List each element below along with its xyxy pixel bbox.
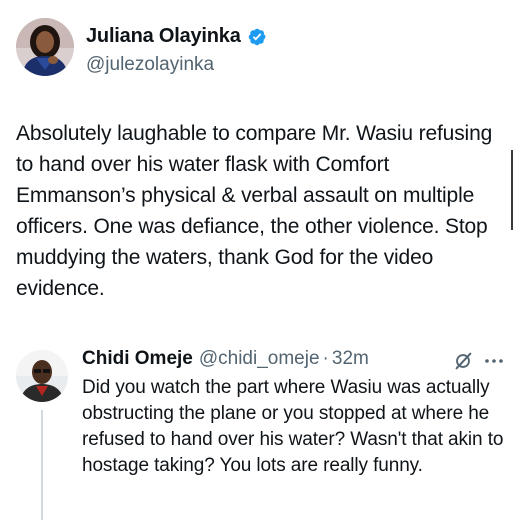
- scrollbar[interactable]: [511, 150, 513, 230]
- reply-author-display-name[interactable]: Chidi Omeje: [82, 348, 193, 370]
- author-handle[interactable]: @julezolayinka: [86, 54, 214, 76]
- reply-header: Chidi Omeje @chidi_omeje · 32m: [82, 348, 369, 370]
- reply-tweet[interactable]: Chidi Omeje @chidi_omeje · 32m Did you w…: [0, 340, 520, 520]
- reply-author-handle[interactable]: @chidi_omeje: [199, 348, 320, 370]
- separator-dot: ·: [322, 348, 329, 369]
- reply-text: Did you watch the part where Wasiu was a…: [82, 377, 504, 476]
- tweet-text: Absolutely laughable to compare Mr. Wasi…: [16, 122, 493, 300]
- verified-badge-icon: [247, 27, 267, 47]
- avatar[interactable]: [16, 18, 74, 76]
- avatar-image: [16, 18, 74, 76]
- thread-line: [41, 410, 43, 520]
- author-name-row: Juliana Olayinka: [86, 25, 267, 48]
- reply-avatar-image: [16, 350, 68, 402]
- reply-avatar[interactable]: [16, 350, 68, 402]
- author-display-name[interactable]: Juliana Olayinka: [86, 25, 241, 48]
- more-options-icon[interactable]: [482, 350, 506, 372]
- grok-icon[interactable]: [452, 350, 474, 372]
- reply-timestamp[interactable]: 32m: [332, 348, 369, 370]
